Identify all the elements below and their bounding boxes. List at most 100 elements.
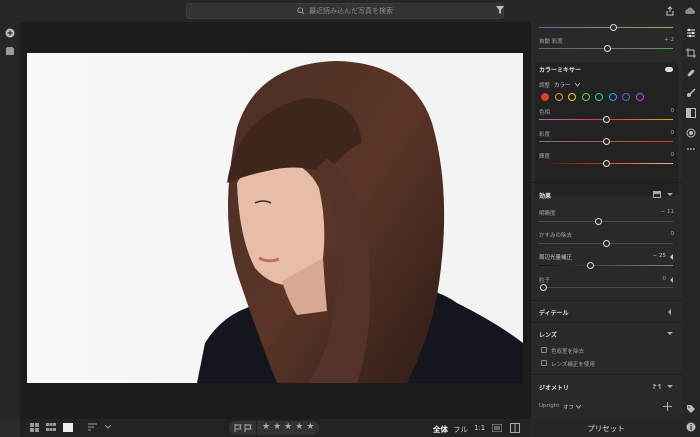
zoom-fit-button[interactable]: 全体 bbox=[433, 424, 448, 435]
library-icon[interactable] bbox=[5, 46, 15, 56]
star-rating[interactable]: ★ ★ ★ ★ ★ bbox=[262, 422, 314, 432]
sort-icon[interactable] bbox=[88, 423, 99, 432]
lens-title[interactable]: レンズ bbox=[539, 330, 557, 339]
adjust-label: 調整 bbox=[539, 83, 551, 89]
saturation-knob[interactable] bbox=[602, 138, 610, 145]
color-swatch-5[interactable] bbox=[595, 93, 603, 101]
color-swatch-3[interactable] bbox=[568, 93, 576, 101]
brush-icon[interactable] bbox=[686, 88, 696, 98]
lens-section: レンズ 色収差を除去 レンズ補正を使用 bbox=[531, 322, 682, 374]
chevron-left-icon[interactable] bbox=[669, 254, 675, 260]
chevron-left-icon[interactable] bbox=[669, 277, 675, 283]
upright-dropdown[interactable]: オフ bbox=[563, 403, 574, 411]
luminance-knob[interactable] bbox=[602, 160, 610, 167]
share-icon[interactable] bbox=[665, 6, 675, 16]
flag-pick-icon[interactable] bbox=[234, 424, 242, 432]
split-view-icon[interactable] bbox=[510, 423, 520, 433]
effects-preset-icon[interactable] bbox=[653, 191, 661, 198]
filter-icon[interactable] bbox=[495, 5, 505, 15]
search-icon bbox=[297, 7, 305, 15]
auto-saturation-value: + 2 bbox=[664, 37, 674, 43]
saturation-value: 0 bbox=[670, 130, 675, 136]
color-mixer-toggle[interactable] bbox=[665, 67, 673, 72]
crop-rotate-icon[interactable] bbox=[686, 48, 696, 58]
effects-title[interactable]: 効果 bbox=[539, 191, 551, 200]
color-swatch-7[interactable] bbox=[622, 93, 630, 101]
enable-lens-checkbox[interactable] bbox=[541, 360, 547, 366]
chevron-down-icon[interactable] bbox=[105, 425, 111, 430]
prev-slider-knob[interactable] bbox=[609, 24, 617, 31]
preset-label: プリセット bbox=[587, 423, 625, 433]
edit-panel: 自動 彩度 + 2 カラーミキサー 調整 カラー 色相 0 彩度 0 輝度 0 bbox=[530, 22, 682, 419]
prev-slider-track[interactable] bbox=[539, 27, 673, 28]
color-mixer-panel: カラーミキサー 調整 カラー 色相 0 彩度 0 輝度 0 bbox=[535, 62, 678, 196]
clarity-track[interactable] bbox=[539, 221, 673, 222]
detail-title[interactable]: ディテール bbox=[539, 308, 569, 317]
chevron-left-icon[interactable] bbox=[667, 309, 673, 315]
chevron-down-icon[interactable] bbox=[576, 405, 581, 409]
photo[interactable] bbox=[27, 53, 523, 383]
star-5[interactable]: ★ bbox=[306, 422, 314, 432]
detail-section[interactable]: ディテール bbox=[531, 300, 682, 322]
left-sidebar bbox=[0, 22, 20, 419]
grain-knob[interactable] bbox=[539, 284, 547, 291]
chevron-down-icon[interactable] bbox=[667, 384, 673, 390]
info-icon[interactable] bbox=[686, 422, 696, 432]
filmstrip-bar: ★ ★ ★ ★ ★ 全体 フル 1:1 bbox=[20, 419, 530, 437]
hue-knob[interactable] bbox=[602, 116, 610, 123]
vignette-knob[interactable] bbox=[586, 262, 594, 269]
auto-saturation-knob[interactable] bbox=[603, 45, 611, 52]
compare-icon[interactable] bbox=[492, 424, 502, 432]
search-input[interactable]: 最近読み込んだ写真を検索 bbox=[186, 3, 504, 19]
linear-gradient-icon[interactable] bbox=[686, 108, 696, 118]
grain-track[interactable] bbox=[539, 287, 673, 288]
more-icon[interactable] bbox=[686, 144, 696, 154]
zoom-full-button[interactable]: フル bbox=[453, 424, 468, 435]
square-grid-icon[interactable] bbox=[46, 423, 56, 432]
color-swatch-2[interactable] bbox=[554, 93, 563, 101]
chevron-down-icon[interactable] bbox=[667, 331, 673, 337]
star-3[interactable]: ★ bbox=[284, 422, 292, 432]
portrait-image bbox=[27, 53, 523, 383]
dehaze-label: かすみの除去 bbox=[539, 233, 573, 239]
clarity-label: 明瞭度 bbox=[539, 211, 556, 217]
dehaze-knob[interactable] bbox=[602, 240, 610, 247]
chevron-down-icon[interactable] bbox=[575, 83, 580, 87]
flag-reject-icon[interactable] bbox=[244, 424, 252, 432]
chevron-down-icon[interactable] bbox=[667, 192, 673, 198]
vignette-value: − 25 bbox=[652, 253, 666, 259]
adjust-dropdown[interactable]: カラー bbox=[554, 81, 571, 89]
geometry-section: ジオメトリ Upright オフ bbox=[531, 374, 682, 419]
edit-tools-column bbox=[682, 22, 700, 437]
color-swatch-6[interactable] bbox=[608, 93, 617, 101]
zoom-1to1-button[interactable]: 1:1 bbox=[474, 424, 485, 432]
preset-button[interactable]: プリセット bbox=[530, 419, 682, 437]
edit-sliders-icon[interactable] bbox=[686, 28, 696, 38]
grid-view-icon[interactable] bbox=[30, 423, 40, 432]
lightroom-window: 最近読み込んだ写真を検索 ★ ★ ★ ★ ★ 全体 フル 1:1 自動 彩度 +… bbox=[0, 0, 700, 437]
cloud-icon[interactable] bbox=[685, 6, 695, 16]
top-bar: 最近読み込んだ写真を検索 bbox=[0, 0, 700, 22]
tag-icon[interactable] bbox=[686, 404, 696, 414]
dehaze-value: 0 bbox=[670, 231, 675, 237]
geometry-guides-icon[interactable] bbox=[653, 383, 661, 390]
clarity-knob[interactable] bbox=[594, 218, 602, 225]
photo-viewer[interactable] bbox=[20, 22, 530, 419]
luminance-value: 0 bbox=[670, 152, 675, 158]
add-photos-icon[interactable] bbox=[5, 28, 15, 38]
healing-brush-icon[interactable] bbox=[686, 68, 696, 78]
vignette-track[interactable] bbox=[539, 265, 673, 266]
star-4[interactable]: ★ bbox=[295, 422, 303, 432]
guided-upright-icon[interactable] bbox=[663, 402, 672, 411]
color-swatch-1[interactable] bbox=[541, 93, 549, 101]
remove-ca-checkbox[interactable] bbox=[541, 347, 547, 353]
radial-gradient-icon[interactable] bbox=[686, 128, 696, 138]
star-2[interactable]: ★ bbox=[273, 422, 281, 432]
geometry-title[interactable]: ジオメトリ bbox=[539, 383, 569, 392]
star-1[interactable]: ★ bbox=[262, 422, 270, 432]
detail-view-icon[interactable] bbox=[63, 423, 73, 432]
clarity-value: − 11 bbox=[660, 209, 674, 215]
color-swatch-8[interactable] bbox=[635, 93, 644, 101]
color-swatch-4[interactable] bbox=[581, 93, 590, 101]
remove-ca-label: 色収差を除去 bbox=[551, 349, 585, 355]
